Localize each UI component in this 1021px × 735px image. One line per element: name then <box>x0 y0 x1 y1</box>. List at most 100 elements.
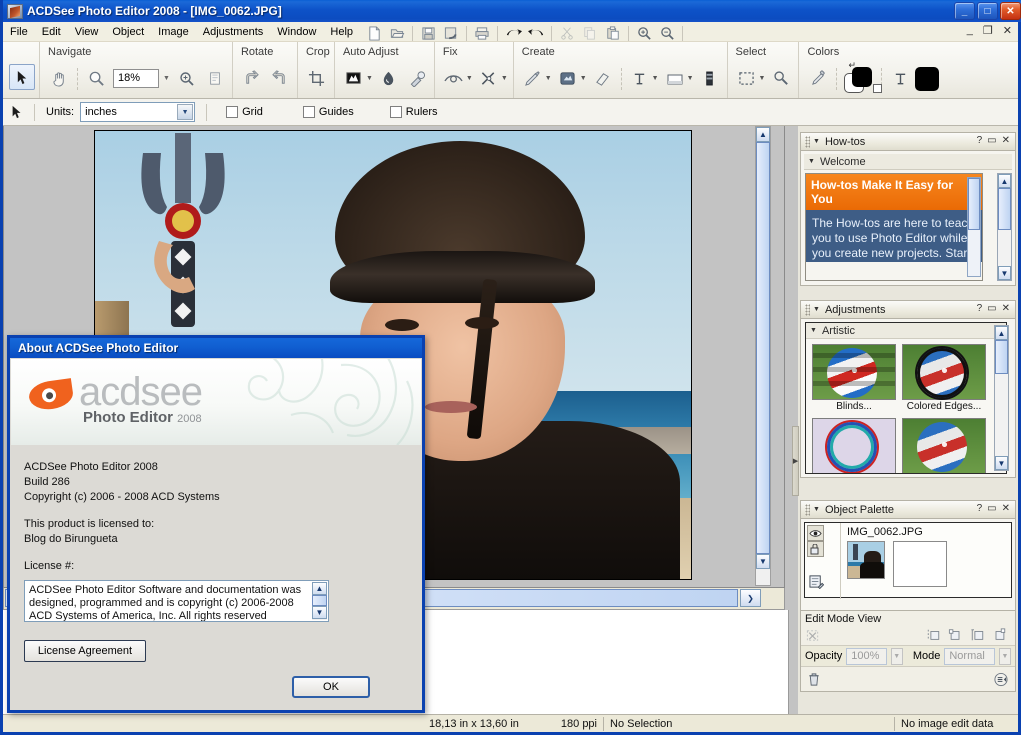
object-layer-thumbnail[interactable] <box>847 541 885 579</box>
mode-value-select[interactable]: Normal <box>944 647 995 665</box>
rotate-right-icon[interactable] <box>239 66 265 92</box>
mdi-close-button[interactable]: ✕ <box>1003 24 1012 37</box>
canvas-vscroll-thumb[interactable] <box>756 142 770 554</box>
chevron-down-icon[interactable]: ▼ <box>810 327 817 334</box>
save-icon[interactable] <box>417 24 439 42</box>
mdi-minimize-button[interactable]: _ <box>967 24 973 37</box>
menu-adjustments[interactable]: Adjustments <box>196 24 271 40</box>
layer-properties-icon[interactable] <box>809 574 838 589</box>
color-swatches[interactable]: ↵ <box>842 60 883 93</box>
scroll-down-button[interactable]: ▼ <box>312 606 327 619</box>
undo-icon[interactable] <box>502 24 524 42</box>
guides-checkbox[interactable]: Guides <box>302 106 354 118</box>
close-panel-button[interactable]: ✕ <box>1002 503 1010 514</box>
chevron-down-icon[interactable]: ▼ <box>813 306 820 313</box>
scroll-up-button[interactable]: ▲ <box>998 174 1011 188</box>
ok-button[interactable]: OK <box>292 676 370 698</box>
grid-checkbox[interactable]: Grid <box>226 106 263 118</box>
howtos-welcome-section-header[interactable]: ▼ Welcome <box>804 154 1012 170</box>
menu-edit[interactable]: Edit <box>35 24 68 40</box>
palette-menu-icon[interactable] <box>993 672 1009 687</box>
zoom-value-input[interactable]: 18% <box>113 69 159 88</box>
canvas-vertical-scrollbar[interactable]: ▲ ▼ <box>755 126 771 586</box>
print-icon[interactable] <box>471 24 493 42</box>
howtos-panel-header[interactable]: ▼ How-tos ? ▭ ✕ <box>800 132 1016 150</box>
object-layer-row[interactable]: IMG_0062.JPG <box>804 522 1012 599</box>
chevron-down-icon[interactable]: ▼ <box>687 75 694 82</box>
arrow-pointer-icon[interactable] <box>11 105 23 119</box>
mode-dropdown-icon[interactable]: ▼ <box>998 647 1011 665</box>
maximize-panel-button[interactable]: ▭ <box>987 303 996 314</box>
opacity-value-input[interactable]: 100% <box>846 647 887 665</box>
zoom-out-icon[interactable] <box>656 24 678 42</box>
chevron-down-icon[interactable]: ▼ <box>759 75 766 82</box>
artistic-section-header[interactable]: ▼ Artistic <box>806 323 1006 339</box>
align-objects-icon[interactable] <box>926 628 941 642</box>
maximize-button[interactable]: □ <box>977 2 998 20</box>
foreground-color-swatch[interactable] <box>852 66 873 87</box>
paste-icon[interactable] <box>602 24 624 42</box>
object-layer-mask-thumbnail[interactable] <box>893 541 947 587</box>
maximize-panel-button[interactable]: ▭ <box>987 503 996 514</box>
scroll-up-button[interactable]: ▲ <box>312 582 327 595</box>
guides-checkbox-box[interactable] <box>302 106 315 118</box>
auto-levels-icon[interactable] <box>341 66 367 92</box>
chevron-down-icon[interactable]: ▼ <box>813 138 820 145</box>
dock-collapse-handle[interactable]: ▶ <box>792 426 799 496</box>
adjustment-item-crosshatch[interactable] <box>902 418 986 473</box>
save-as-icon[interactable] <box>440 24 462 42</box>
chevron-down-icon[interactable]: ▼ <box>808 158 815 165</box>
chevron-down-icon[interactable]: ▼ <box>163 75 170 82</box>
eye-icon[interactable] <box>807 525 824 541</box>
marquee-select-icon[interactable] <box>734 66 760 92</box>
link-layers-icon[interactable] <box>807 541 824 557</box>
zoom-in-icon[interactable] <box>633 24 655 42</box>
shape-tool-icon[interactable] <box>662 66 688 92</box>
open-icon[interactable] <box>386 24 408 42</box>
panel-grip-icon[interactable] <box>805 303 810 316</box>
eyedropper-icon[interactable] <box>805 66 831 92</box>
magic-wand-icon[interactable] <box>768 66 794 92</box>
fill-color-swatch[interactable] <box>915 66 940 91</box>
license-agreement-button[interactable]: License Agreement <box>24 640 146 662</box>
duplicate-object-icon[interactable] <box>970 628 985 642</box>
redo-icon[interactable] <box>525 24 547 42</box>
units-select[interactable]: inches ▼ <box>80 102 196 122</box>
panel-grip-icon[interactable] <box>805 503 810 516</box>
menu-window[interactable]: Window <box>270 24 323 40</box>
chevron-down-icon[interactable]: ▼ <box>501 75 508 82</box>
license-box-scrollbar[interactable]: ▲ ▼ <box>312 582 327 620</box>
adjustments-scrollbar[interactable]: ▲ ▼ <box>994 325 1009 471</box>
chevron-down-icon[interactable]: ▼ <box>545 75 552 82</box>
red-eye-fix-icon[interactable] <box>441 66 467 92</box>
menu-image[interactable]: Image <box>151 24 196 40</box>
howtos-inner-scrollbar[interactable] <box>967 177 981 277</box>
eraser-icon[interactable] <box>590 66 616 92</box>
scroll-up-button[interactable]: ▲ <box>756 127 770 142</box>
red-eye-icon[interactable] <box>376 66 402 92</box>
chevron-down-icon[interactable]: ▼ <box>177 104 194 120</box>
chevron-down-icon[interactable]: ▼ <box>813 506 820 513</box>
adjustments-scroll-thumb[interactable] <box>995 340 1008 374</box>
adjustment-item-contours[interactable] <box>812 418 896 473</box>
panel-grip-icon[interactable] <box>805 135 810 148</box>
repair-tool-icon[interactable] <box>404 66 430 92</box>
rotate-left-icon[interactable] <box>267 66 293 92</box>
group-objects-icon[interactable] <box>948 628 963 642</box>
close-panel-button[interactable]: ✕ <box>1002 135 1010 146</box>
text-color-icon[interactable] <box>887 66 913 92</box>
menu-view[interactable]: View <box>68 24 106 40</box>
zoom-actual-size-icon[interactable] <box>202 66 228 92</box>
license-text-box[interactable]: ACDSee Photo Editor Software and documen… <box>24 580 329 622</box>
adjustments-panel-header[interactable]: ▼ Adjustments ? ▭ ✕ <box>800 300 1016 318</box>
about-dialog[interactable]: About ACDSee Photo Editor acdsee Photo E… <box>7 335 425 713</box>
adjustment-item-colored-edges[interactable]: Colored Edges... <box>902 344 986 412</box>
chevron-down-icon[interactable]: ▼ <box>580 75 587 82</box>
maximize-panel-button[interactable]: ▭ <box>987 135 996 146</box>
close-panel-button[interactable]: ✕ <box>1002 303 1010 314</box>
grid-checkbox-box[interactable] <box>226 106 239 118</box>
trash-icon[interactable] <box>807 672 821 687</box>
crop-icon[interactable] <box>304 66 330 92</box>
pointer-tool-button[interactable] <box>9 64 35 90</box>
blemish-remover-icon[interactable] <box>476 66 502 92</box>
